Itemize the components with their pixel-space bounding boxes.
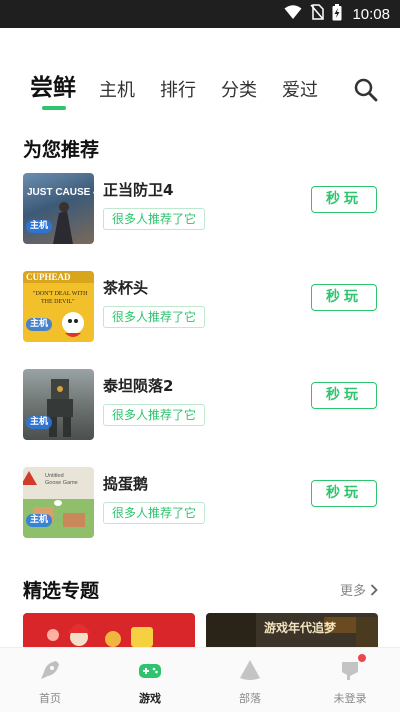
nav-label: 游戏 [139, 692, 161, 705]
console-badge: 主机 [26, 514, 53, 527]
game-cover[interactable]: JUST CAUSE 4 主机 [23, 173, 94, 244]
game-name: 捣蛋鹅 [103, 475, 149, 493]
list-item[interactable]: JUST CAUSE 4 主机 正当防卫4 很多人推荐了它 秒玩 [23, 173, 379, 245]
topic-card-label: 游戏年代追梦 [264, 621, 337, 635]
topic-card[interactable]: 游戏年代追梦 [206, 613, 378, 647]
notification-dot [358, 654, 366, 662]
category-tabs: 尝鲜 主机 排行 分类 爱过 [0, 70, 400, 110]
clock: 10:08 [352, 5, 390, 23]
list-item[interactable]: Untitled Goose Game 主机 捣蛋鹅 很多人推荐了它 秒玩 [23, 467, 379, 539]
svg-text:Untitled: Untitled [45, 473, 64, 479]
game-name: 茶杯头 [103, 279, 149, 297]
recommend-tag: 很多人推荐了它 [103, 404, 206, 426]
featured-title: 精选专题 [23, 580, 100, 602]
nav-profile[interactable]: 未登录 [300, 648, 400, 712]
game-name: 泰坦陨落2 [103, 377, 174, 395]
nav-label: 未登录 [333, 692, 367, 705]
wifi-icon [284, 4, 302, 24]
nav-games[interactable]: 游戏 [100, 648, 200, 712]
recommend-tag: 很多人推荐了它 [103, 208, 206, 230]
search-icon[interactable] [352, 76, 380, 104]
tribe-icon [238, 658, 262, 682]
more-link[interactable]: 更多 [340, 580, 378, 599]
svg-text:THE DEVIL": THE DEVIL" [41, 299, 75, 305]
instant-play-button[interactable]: 秒玩 [311, 284, 377, 311]
nav-label: 首页 [39, 692, 61, 705]
profile-icon [338, 658, 362, 682]
svg-text:Goose Game: Goose Game [45, 480, 78, 486]
list-item[interactable]: 主机 泰坦陨落2 很多人推荐了它 秒玩 [23, 369, 379, 441]
instant-play-button[interactable]: 秒玩 [311, 186, 377, 213]
tab-category[interactable]: 分类 [221, 73, 257, 109]
console-badge: 主机 [26, 220, 53, 233]
tab-try-new[interactable]: 尝鲜 [30, 70, 76, 106]
recommend-title: 为您推荐 [23, 139, 100, 161]
tab-console[interactable]: 主机 [99, 73, 135, 109]
rocket-icon [38, 658, 62, 682]
game-cover[interactable]: 主机 [23, 369, 94, 440]
nav-home[interactable]: 首页 [0, 648, 100, 712]
gamepad-icon [138, 658, 162, 682]
chevron-right-icon [370, 584, 378, 599]
bottom-nav: 首页 游戏 部落 未登录 [0, 647, 400, 712]
game-cover[interactable]: CUPHEAD "DON'T DEAL WITH THE DEVIL" 主机 [23, 271, 94, 342]
console-badge: 主机 [26, 416, 53, 429]
console-badge: 主机 [26, 318, 53, 331]
svg-text:JUST CAUSE 4: JUST CAUSE 4 [27, 187, 94, 198]
battery-charging-icon [332, 3, 342, 25]
svg-text:CUPHEAD: CUPHEAD [26, 272, 71, 282]
instant-play-button[interactable]: 秒玩 [311, 382, 377, 409]
list-item[interactable]: CUPHEAD "DON'T DEAL WITH THE DEVIL" 主机 茶… [23, 271, 379, 343]
recommend-tag: 很多人推荐了它 [103, 502, 206, 524]
status-bar: 10:08 [0, 0, 400, 28]
tab-ranking[interactable]: 排行 [160, 73, 196, 109]
active-tab-indicator [42, 106, 66, 110]
more-label: 更多 [340, 584, 367, 599]
tab-loved[interactable]: 爱过 [282, 73, 318, 109]
topic-card[interactable] [23, 613, 195, 647]
instant-play-button[interactable]: 秒玩 [311, 480, 377, 507]
nav-tribe[interactable]: 部落 [200, 648, 300, 712]
svg-text:"DON'T DEAL WITH: "DON'T DEAL WITH [33, 291, 88, 297]
nav-label: 部落 [239, 692, 261, 705]
no-sim-icon [310, 4, 325, 24]
game-cover[interactable]: Untitled Goose Game 主机 [23, 467, 94, 538]
recommend-tag: 很多人推荐了它 [103, 306, 206, 328]
game-name: 正当防卫4 [103, 181, 174, 199]
